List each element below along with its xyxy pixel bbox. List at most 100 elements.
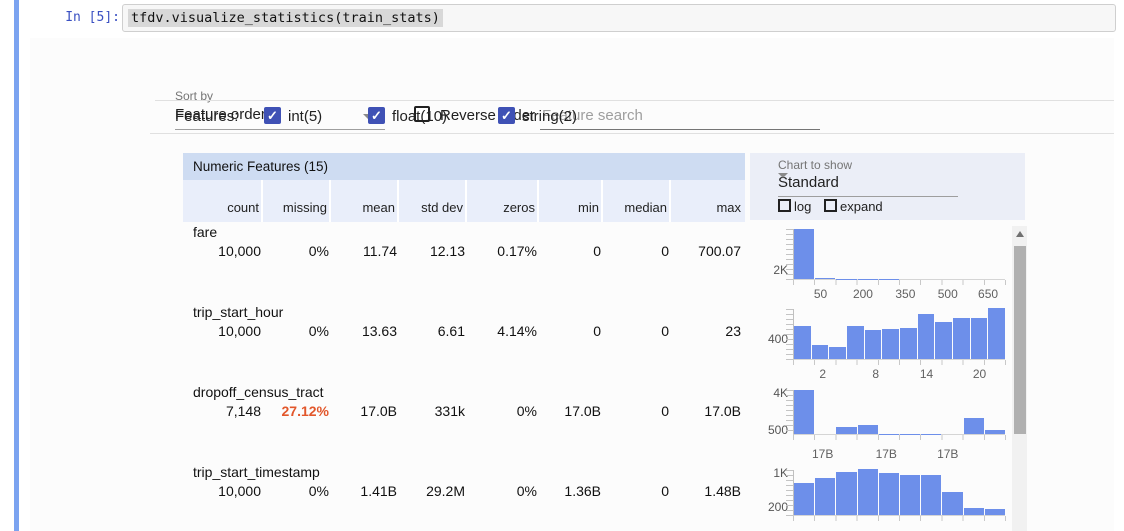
cell-selection-bar[interactable] — [14, 0, 19, 531]
scroll-up-button[interactable] — [1012, 226, 1027, 242]
stat-value: 12.13 — [399, 243, 467, 259]
y-axis-tick-label: 2K — [748, 263, 788, 277]
table-row: trip_start_hour10,0000%13.636.614.14%002… — [183, 302, 745, 382]
histogram-bar[interactable] — [794, 483, 814, 515]
histogram-bar[interactable] — [879, 473, 899, 515]
histogram-bar[interactable] — [858, 469, 878, 515]
histogram-plot[interactable] — [793, 470, 1005, 516]
x-axis-tick-label: 14 — [905, 367, 949, 381]
x-axis-minor-ticks — [793, 360, 1006, 365]
histogram-bar[interactable] — [829, 347, 846, 359]
table-body: fare10,0000%11.7412.130.17%00700.07trip_… — [183, 222, 745, 531]
feature-filter-label: float(10) — [392, 108, 447, 125]
histogram-bar[interactable] — [836, 472, 856, 515]
histogram-bar[interactable] — [900, 475, 920, 515]
feature-filter-checkbox[interactable]: ✓ — [264, 107, 281, 124]
chart-to-show-label: Chart to show — [778, 158, 852, 172]
code-input-area[interactable]: tfdv.visualize_statistics(train_stats) — [122, 4, 1116, 32]
stat-value: 0% — [467, 483, 539, 499]
x-axis-tick-label: 17B — [801, 447, 845, 461]
code-text[interactable]: tfdv.visualize_statistics(train_stats) — [128, 9, 443, 27]
stat-value: 1.36B — [539, 483, 603, 499]
histogram-bar[interactable] — [882, 329, 899, 359]
feature-filter-checkbox[interactable]: ✓ — [368, 107, 385, 124]
column-header[interactable]: min — [539, 180, 603, 222]
histogram-bar[interactable] — [794, 390, 814, 434]
histogram-bar[interactable] — [964, 418, 984, 434]
histogram-plot[interactable] — [793, 229, 1005, 280]
stat-value: 700.07 — [671, 243, 743, 259]
scrollbar-thumb[interactable] — [1014, 246, 1026, 434]
histogram-bar[interactable] — [918, 314, 935, 359]
histogram-bar[interactable] — [988, 308, 1005, 359]
histogram-bar[interactable] — [935, 322, 952, 359]
column-header[interactable]: max — [671, 180, 743, 222]
histogram-plot[interactable] — [793, 309, 1005, 360]
table-row: dropoff_census_tract7,14827.12%17.0B331k… — [183, 382, 745, 462]
histogram-bar[interactable] — [815, 478, 835, 515]
features-label: Features: — [175, 108, 238, 125]
stat-value: 23 — [671, 323, 743, 339]
column-header[interactable]: std dev — [399, 180, 467, 222]
feature-filter-label: int(5) — [288, 108, 322, 125]
column-header[interactable]: count — [183, 180, 263, 222]
histogram-bar[interactable] — [985, 509, 1005, 515]
column-header[interactable]: median — [603, 180, 671, 222]
stat-value: 0% — [263, 243, 331, 259]
column-header[interactable]: missing — [263, 180, 331, 222]
feature-stats-row: 10,0000%1.41B29.2M0%1.36B01.48B — [183, 483, 745, 499]
charts-scrollbar[interactable] — [1012, 226, 1027, 531]
y-axis-minor-ticks — [786, 309, 793, 360]
stat-value: 17.0B — [331, 403, 399, 419]
x-axis-tick-label: 17B — [926, 447, 970, 461]
feature-filter-checkbox[interactable]: ✓ — [498, 107, 515, 124]
y-axis-tick-label: 200 — [748, 500, 788, 514]
stat-value: 0 — [603, 403, 671, 419]
histogram-bar[interactable] — [812, 345, 829, 359]
tfdv-output-widget: Sort by Feature order Reverse order Feat… — [30, 38, 1114, 531]
stat-value: 4.14% — [467, 323, 539, 339]
histogram-bar[interactable] — [921, 475, 941, 515]
x-axis-tick-label: 2 — [801, 367, 845, 381]
feature-name: trip_start_hour — [193, 304, 283, 320]
x-axis-tick-label: 17B — [864, 447, 908, 461]
feature-search-input[interactable]: Feature search — [540, 104, 820, 130]
stat-value: 0.17% — [467, 243, 539, 259]
stat-value: 10,000 — [183, 323, 263, 339]
y-axis-tick-label: 4K — [748, 386, 788, 400]
column-header[interactable]: mean — [331, 180, 399, 222]
histogram-bar[interactable] — [964, 508, 984, 515]
notebook-page: In [5]: tfdv.visualize_statistics(train_… — [0, 0, 1124, 531]
toolbar-divider — [155, 100, 1114, 101]
stat-value: 0 — [603, 323, 671, 339]
input-prompt: In [5]: — [28, 10, 120, 25]
histogram-bar[interactable] — [836, 427, 856, 434]
histogram-trip_start_hour: 400281420 — [748, 309, 1012, 384]
histogram-bar[interactable] — [794, 326, 811, 360]
histogram-bar[interactable] — [865, 330, 882, 359]
log-checkbox[interactable] — [778, 199, 791, 212]
stat-value: 0% — [467, 403, 539, 419]
histogram-bar[interactable] — [953, 318, 970, 359]
histogram-bar[interactable] — [847, 326, 864, 359]
histogram-bar[interactable] — [971, 318, 988, 359]
histogram-bar[interactable] — [985, 430, 1005, 435]
histogram-plot[interactable] — [793, 390, 1005, 435]
chart-to-show-select[interactable]: Standard — [778, 173, 958, 197]
feature-stats-row: 10,0000%13.636.614.14%0023 — [183, 323, 745, 339]
column-header[interactable]: zeros — [467, 180, 539, 222]
histogram-bar[interactable] — [900, 328, 917, 359]
histogram-bar[interactable] — [942, 492, 962, 515]
expand-label: expand — [840, 199, 883, 214]
histogram-bar[interactable] — [858, 425, 878, 434]
histogram-bar[interactable] — [815, 278, 835, 279]
feature-name: dropoff_census_tract — [193, 384, 324, 400]
feature-name: trip_start_timestamp — [193, 464, 320, 480]
histogram-bar[interactable] — [794, 229, 814, 279]
table-header-row: countmissingmeanstd devzerosminmedianmax — [183, 180, 745, 222]
expand-checkbox[interactable] — [824, 199, 837, 212]
stat-value: 27.12% — [263, 403, 331, 419]
stat-value: 1.48B — [671, 483, 743, 499]
stat-value: 6.61 — [399, 323, 467, 339]
arrow-up-icon — [1016, 231, 1024, 237]
